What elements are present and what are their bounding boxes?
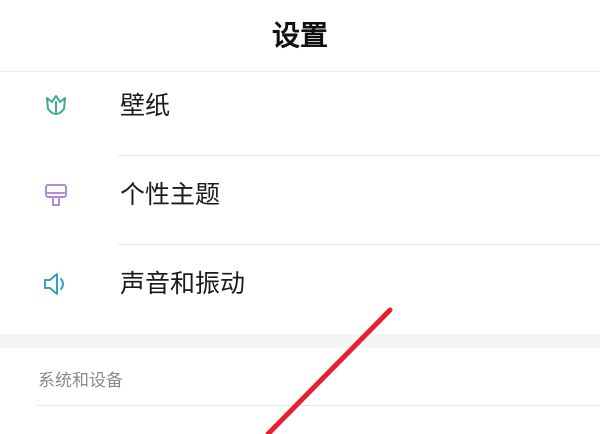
settings-item-theme[interactable]: 个性主题 bbox=[0, 155, 600, 245]
section-title: 系统和设备 bbox=[38, 371, 123, 391]
settings-item-label: 壁纸 bbox=[120, 91, 171, 120]
speaker-icon bbox=[40, 268, 72, 300]
tulip-icon bbox=[40, 90, 72, 122]
divider bbox=[36, 405, 600, 406]
settings-screen: 设置 壁纸 个性主题 声音和振动 系统和设备 bbox=[0, 0, 600, 434]
header: 设置 bbox=[0, 0, 600, 72]
settings-item-sound-vibration[interactable]: 声音和振动 bbox=[0, 244, 600, 334]
section-separator bbox=[0, 334, 600, 348]
brush-icon bbox=[40, 179, 72, 211]
settings-item-wallpaper[interactable]: 壁纸 bbox=[0, 66, 600, 156]
section-header: 系统和设备 bbox=[0, 348, 600, 406]
settings-item-label: 声音和振动 bbox=[120, 269, 246, 298]
settings-item-label: 个性主题 bbox=[120, 180, 221, 209]
page-title: 设置 bbox=[271, 19, 328, 52]
